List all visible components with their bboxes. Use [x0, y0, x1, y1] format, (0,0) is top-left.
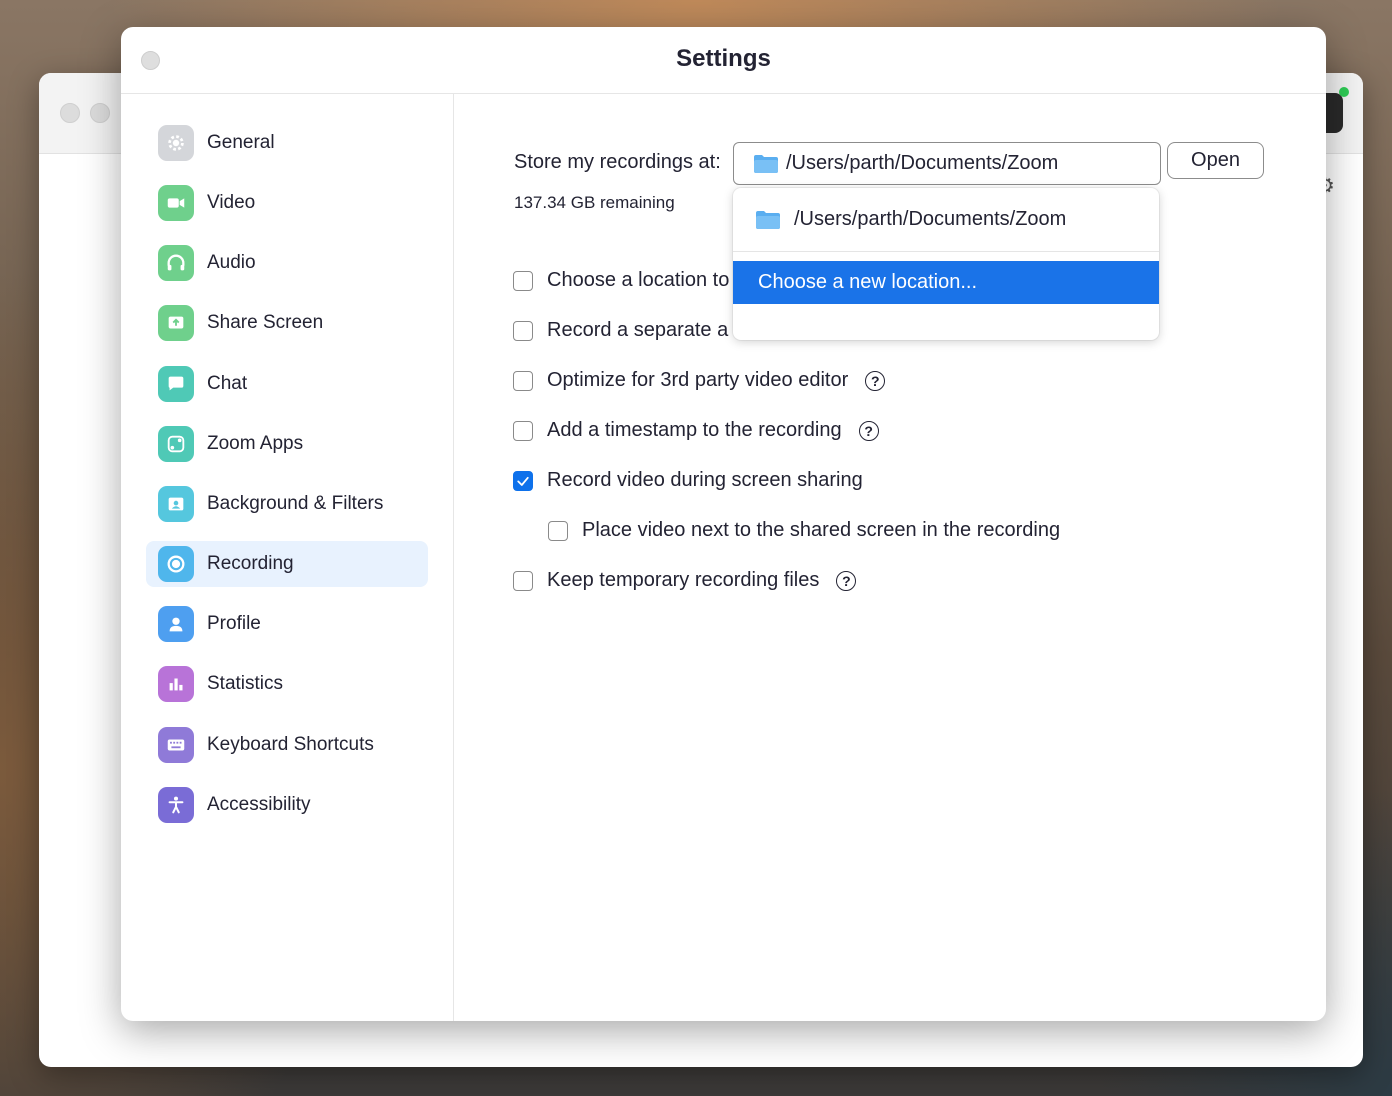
background-close-button[interactable] — [60, 103, 80, 123]
sidebar-item-share-screen[interactable]: Share Screen — [146, 300, 428, 346]
checkbox[interactable] — [513, 370, 533, 391]
option-record-separate-audio[interactable]: Record a separate a — [513, 319, 728, 342]
sidebar-item-label: General — [207, 132, 275, 153]
settings-window: Settings General Video Audio Share Scree… — [121, 27, 1326, 1021]
dropdown-path-label: /Users/parth/Documents/Zoom — [794, 208, 1067, 230]
checkbox[interactable] — [548, 520, 568, 541]
option-label: Add a timestamp to the recording — [547, 419, 842, 441]
option-label: Record a separate a — [547, 319, 729, 341]
share-screen-icon — [158, 305, 194, 341]
sidebar-item-label: Statistics — [207, 673, 284, 694]
option-label: Keep temporary recording files — [547, 569, 820, 591]
zoom-apps-icon — [158, 426, 194, 462]
video-camera-icon — [158, 185, 194, 221]
checkmark-icon — [517, 476, 529, 486]
settings-sidebar: General Video Audio Share Screen Chat Zo… — [121, 94, 454, 1021]
settings-titlebar: Settings — [121, 27, 1326, 94]
checkbox[interactable] — [513, 420, 533, 441]
store-recordings-label: Store my recordings at: — [514, 151, 721, 173]
online-status-dot — [1339, 87, 1349, 97]
profile-icon — [158, 606, 194, 642]
option-label: Record video during screen sharing — [547, 469, 863, 491]
accessibility-icon — [158, 787, 194, 823]
sidebar-item-label: Accessibility — [207, 794, 311, 815]
option-label: Choose a location to — [547, 269, 730, 291]
sidebar-item-keyboard-shortcuts[interactable]: Keyboard Shortcuts — [146, 722, 428, 768]
sidebar-item-general[interactable]: General — [146, 120, 428, 166]
option-label: Optimize for 3rd party video editor — [547, 369, 849, 391]
sidebar-item-recording[interactable]: Recording — [146, 541, 428, 587]
keyboard-icon — [158, 727, 194, 763]
sidebar-item-zoom-apps[interactable]: Zoom Apps — [146, 421, 428, 467]
selected-path: /Users/parth/Documents/Zoom — [786, 152, 1059, 174]
dropdown-item-current-path[interactable]: /Users/parth/Documents/Zoom — [733, 188, 1159, 251]
help-icon[interactable]: ? — [836, 570, 857, 591]
option-optimize-video-editor[interactable]: Optimize for 3rd party video editor ? — [513, 369, 886, 392]
option-record-video-screen-sharing[interactable]: Record video during screen sharing — [513, 469, 863, 492]
help-icon[interactable]: ? — [865, 370, 886, 391]
checkbox[interactable] — [513, 570, 533, 591]
option-keep-temp-files[interactable]: Keep temporary recording files ? — [513, 569, 857, 592]
option-add-timestamp[interactable]: Add a timestamp to the recording ? — [513, 419, 879, 442]
record-icon — [158, 546, 194, 582]
option-choose-location[interactable]: Choose a location to — [513, 269, 729, 292]
sidebar-item-label: Background & Filters — [207, 493, 384, 514]
folder-icon — [756, 210, 780, 229]
sidebar-item-chat[interactable]: Chat — [146, 361, 428, 407]
sidebar-item-label: Zoom Apps — [207, 433, 304, 454]
sidebar-item-label: Keyboard Shortcuts — [207, 734, 374, 755]
sidebar-item-label: Chat — [207, 373, 248, 394]
option-label: Place video next to the shared screen in… — [582, 519, 1061, 541]
checkbox[interactable] — [513, 270, 533, 291]
bar-chart-icon — [158, 666, 194, 702]
sidebar-item-audio[interactable]: Audio — [146, 240, 428, 286]
background-minimize-button[interactable] — [90, 103, 110, 123]
background-icon — [158, 486, 194, 522]
folder-icon — [754, 154, 778, 173]
sidebar-item-profile[interactable]: Profile — [146, 601, 428, 647]
location-dropdown-menu: /Users/parth/Documents/Zoom Choose a new… — [733, 188, 1159, 340]
gear-icon — [158, 125, 194, 161]
sidebar-item-video[interactable]: Video — [146, 180, 428, 226]
open-button[interactable]: Open — [1167, 142, 1264, 179]
sidebar-item-label: Recording — [207, 553, 294, 574]
dropdown-item-choose-new-location[interactable]: Choose a new location... — [733, 261, 1159, 304]
chat-bubble-icon — [158, 366, 194, 402]
sidebar-item-accessibility[interactable]: Accessibility — [146, 782, 428, 828]
checkbox-checked[interactable] — [513, 470, 533, 491]
window-title: Settings — [676, 45, 771, 72]
storage-remaining: 137.34 GB remaining — [514, 193, 675, 212]
dropdown-divider — [733, 251, 1159, 252]
checkbox[interactable] — [513, 320, 533, 341]
sidebar-item-label: Profile — [207, 613, 261, 634]
sidebar-item-label: Video — [207, 192, 256, 213]
sidebar-item-background-filters[interactable]: Background & Filters — [146, 481, 428, 527]
choose-location-label: Choose a new location... — [758, 271, 978, 293]
headphones-icon — [158, 245, 194, 281]
sidebar-item-statistics[interactable]: Statistics — [146, 661, 428, 707]
recording-location-select[interactable]: /Users/parth/Documents/Zoom — [733, 142, 1161, 185]
help-icon[interactable]: ? — [858, 420, 879, 441]
sidebar-item-label: Audio — [207, 252, 256, 273]
option-place-video-next-to-screen[interactable]: Place video next to the shared screen in… — [548, 519, 1060, 542]
sidebar-item-label: Share Screen — [207, 312, 324, 333]
recording-settings-panel: Store my recordings at: /Users/parth/Doc… — [454, 94, 1326, 1021]
